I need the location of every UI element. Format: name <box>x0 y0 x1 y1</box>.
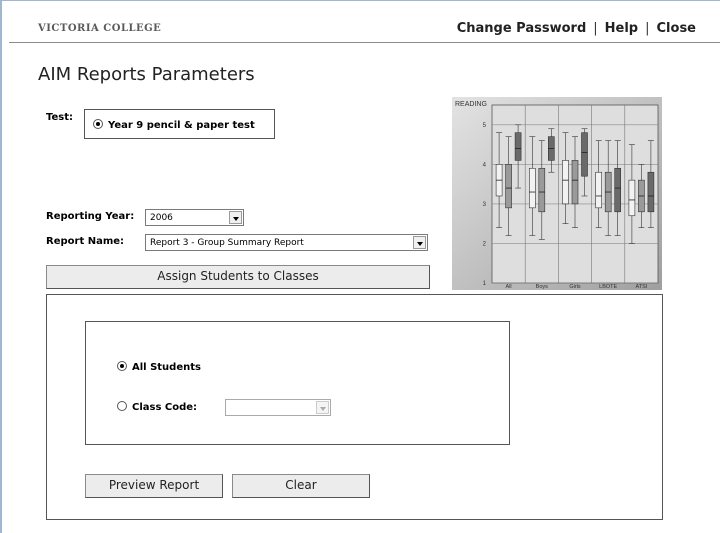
all-students-option[interactable]: All Students <box>117 361 201 373</box>
box-plot-box <box>514 132 522 161</box>
preview-report-button[interactable]: Preview Report <box>85 474 223 498</box>
clear-button[interactable]: Clear <box>232 474 370 498</box>
report-name-select[interactable]: Report 3 - Group Summary Report <box>145 234 428 251</box>
x-tick-label: ATSI <box>635 284 647 290</box>
box-plot-box <box>614 167 621 213</box>
test-radio[interactable] <box>93 119 103 129</box>
test-options-box: Year 9 pencil & paper test <box>84 109 275 139</box>
top-links: Change Password | Help | Close <box>457 21 696 36</box>
report-name-value: Report 3 - Group Summary Report <box>150 238 304 248</box>
box-plot-box <box>581 132 588 177</box>
main-panel: All Students Class Code: Preview Report … <box>46 294 663 520</box>
college-name: VICTORIA COLLEGE <box>38 23 162 34</box>
assign-students-button[interactable]: Assign Students to Classes <box>46 265 430 289</box>
class-code-label: Class Code: <box>132 402 198 413</box>
reporting-year-label: Reporting Year: <box>46 211 135 222</box>
chevron-down-icon[interactable] <box>316 401 329 414</box>
x-tick-label: LBOTE <box>599 284 617 290</box>
all-students-label: All Students <box>132 362 201 373</box>
reporting-year-value: 2006 <box>150 213 173 223</box>
box-plot-box <box>562 160 569 205</box>
student-filter-panel: All Students Class Code: <box>85 321 510 445</box>
test-label: Test: <box>46 112 74 123</box>
link-separator: | <box>645 21 650 36</box>
box-plot-box <box>529 167 536 209</box>
x-tick-label: Girls <box>569 284 581 290</box>
test-option-label: Year 9 pencil & paper test <box>108 120 255 131</box>
link-separator: | <box>593 21 598 36</box>
box-plot-box <box>647 171 655 213</box>
class-code-option[interactable]: Class Code: <box>117 401 197 413</box>
chart-title: READING <box>455 101 487 108</box>
change-password-link[interactable]: Change Password <box>457 21 587 36</box>
reading-chart: READING 12345All Boys Girls LBOTE ATSI <box>452 97 662 290</box>
class-code-radio[interactable] <box>117 401 127 411</box>
test-option[interactable]: Year 9 pencil & paper test <box>93 119 255 131</box>
chevron-down-icon[interactable] <box>413 236 426 249</box>
report-name-label: Report Name: <box>46 236 125 247</box>
box-plot-box <box>505 164 512 209</box>
all-students-radio[interactable] <box>117 361 127 371</box>
top-bar: VICTORIA COLLEGE Change Password | Help | Cl… <box>9 0 720 43</box>
box-plot-box <box>595 171 602 209</box>
box-plot-box <box>628 179 636 217</box>
chevron-down-icon[interactable] <box>229 211 242 224</box>
box-plot-box <box>538 167 546 213</box>
x-tick-label: Boys <box>536 284 548 290</box>
reporting-year-select[interactable]: 2006 <box>145 209 244 226</box>
close-link[interactable]: Close <box>657 21 696 36</box>
class-code-select[interactable] <box>225 399 331 416</box>
page-title: AIM Reports Parameters <box>38 64 255 85</box>
box-plot-box <box>571 160 579 205</box>
help-link[interactable]: Help <box>605 21 638 36</box>
x-tick-label: All <box>506 284 512 290</box>
